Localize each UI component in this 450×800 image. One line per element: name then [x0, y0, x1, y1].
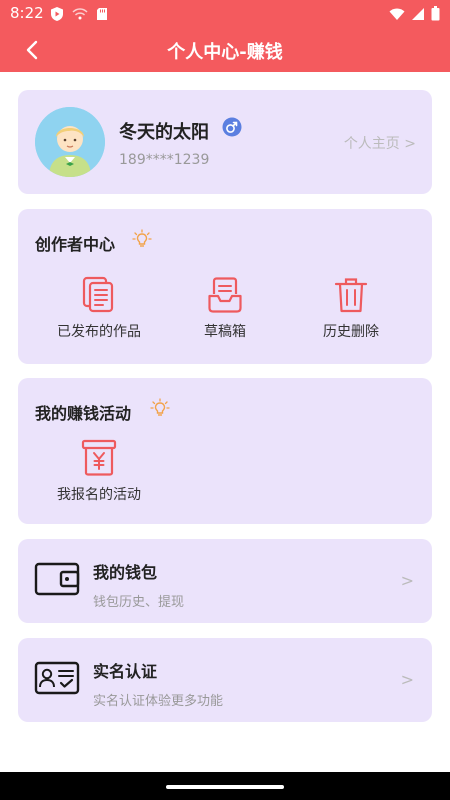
lightbulb-icon: [150, 398, 170, 416]
real-name-verification-row[interactable]: 实名认证 实名认证体验更多功能 >: [18, 638, 432, 722]
male-gender-icon: [222, 117, 242, 137]
my-wallet-title: 我的钱包: [93, 563, 158, 582]
status-right-icons: [389, 6, 440, 21]
creator-center-card: 创作者中心 已发布的作品 草稿箱 历史删除: [18, 209, 432, 364]
published-works-item[interactable]: 已发布的作品: [44, 275, 154, 341]
lightbulb-icon: [132, 229, 152, 247]
app-bar: 个人中心-赚钱: [0, 28, 450, 72]
my-wallet-row[interactable]: 我的钱包 钱包历史、提现 >: [18, 539, 432, 623]
battery-icon: [431, 6, 440, 21]
profile-card[interactable]: 冬天的太阳 189****1239 个人主页 >: [18, 90, 432, 194]
history-deleted-item[interactable]: 历史删除: [296, 275, 406, 341]
avatar-illustration: [35, 107, 105, 177]
creator-center-title: 创作者中心: [35, 235, 116, 254]
avatar[interactable]: [35, 107, 105, 177]
earning-activities-title: 我的赚钱活动: [35, 404, 132, 423]
registered-activities-label: 我报名的活动: [57, 487, 141, 503]
username: 冬天的太阳: [119, 122, 209, 143]
yuan-box-icon: [81, 439, 117, 476]
shield-play-icon: [51, 7, 63, 21]
status-time: 8:22: [10, 4, 44, 22]
real-name-verification-subtitle: 实名认证体验更多功能: [93, 694, 224, 709]
wallet-icon: [34, 562, 80, 596]
draft-box-icon: [208, 277, 242, 313]
registered-activities-item[interactable]: 我报名的活动: [44, 438, 154, 504]
phone-number: 189****1239: [119, 152, 210, 168]
status-left-icons: [50, 6, 108, 22]
earning-activities-card: 我的赚钱活动 我报名的活动: [18, 378, 432, 524]
drafts-item[interactable]: 草稿箱: [170, 275, 280, 341]
trash-icon: [334, 278, 368, 313]
status-bar: 8:22: [0, 0, 450, 28]
id-card-check-icon: [34, 661, 80, 695]
drafts-label: 草稿箱: [204, 324, 246, 340]
documents-icon: [82, 276, 114, 313]
personal-homepage-link[interactable]: 个人主页 >: [344, 133, 416, 153]
cellular-signal-icon: [412, 7, 424, 20]
chevron-right-icon: >: [400, 571, 414, 590]
wifi-icon: [389, 8, 405, 20]
my-wallet-subtitle: 钱包历史、提现: [93, 595, 185, 610]
real-name-verification-title: 实名认证: [93, 662, 158, 681]
wifi-off-icon: [72, 8, 88, 20]
page-title: 个人中心-赚钱: [167, 42, 283, 63]
system-nav-bar: [0, 772, 450, 800]
published-works-label: 已发布的作品: [57, 324, 141, 340]
home-indicator[interactable]: [166, 785, 284, 789]
chevron-right-icon: >: [400, 670, 414, 689]
history-deleted-label: 历史删除: [323, 324, 379, 340]
sd-card-icon: [97, 8, 107, 20]
